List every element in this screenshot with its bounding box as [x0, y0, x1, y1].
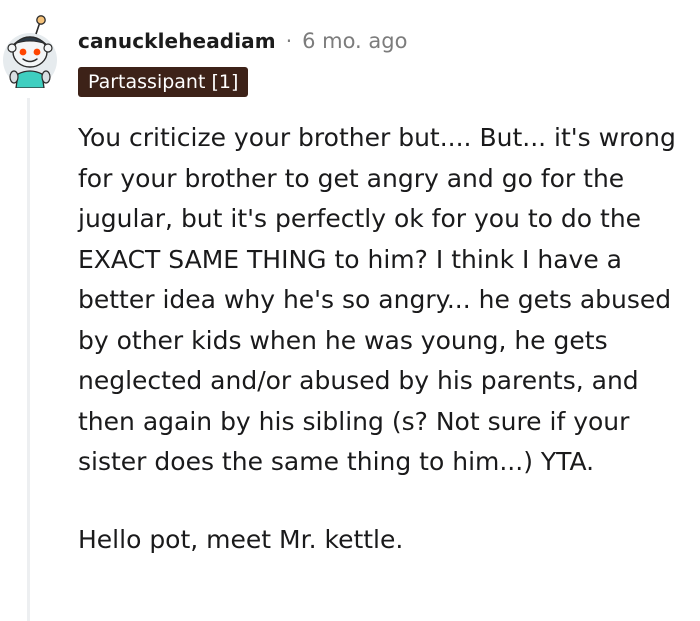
username-link[interactable]: canuckleheadiam — [78, 29, 276, 53]
comment-timestamp[interactable]: 6 mo. ago — [302, 29, 407, 53]
comment-body: You criticize your brother but.... But..… — [78, 118, 690, 560]
user-avatar[interactable] — [2, 14, 58, 89]
meta-separator: · — [285, 29, 293, 53]
thread-collapse-line[interactable] — [27, 98, 30, 621]
comment-paragraph: Hello pot, meet Mr. kettle. — [78, 524, 404, 554]
snoo-avatar-icon — [3, 15, 57, 89]
user-flair-badge: Partassipant [1] — [78, 67, 249, 97]
comment-paragraph: You criticize your brother but.... But..… — [78, 123, 676, 476]
comment-meta: canuckleheadiam · 6 mo. ago — [78, 27, 407, 55]
